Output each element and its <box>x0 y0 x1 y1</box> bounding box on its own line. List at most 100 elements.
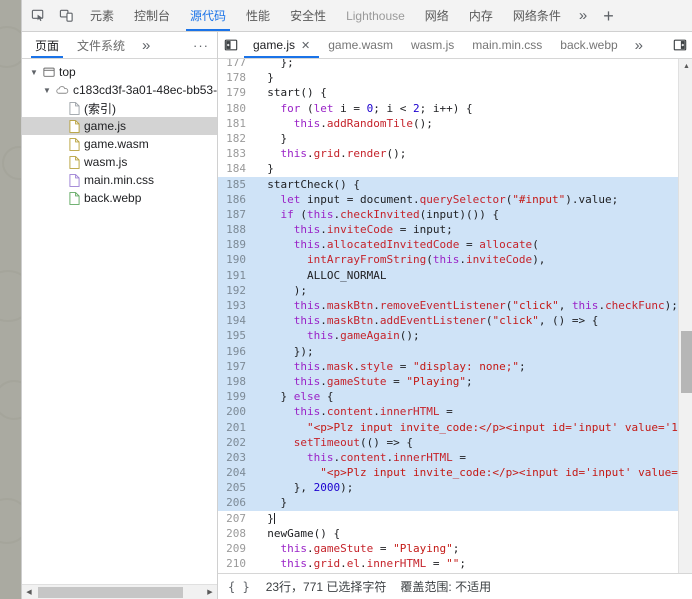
main-tab-1[interactable]: 控制台 <box>124 0 180 31</box>
line-number[interactable]: 205 <box>218 480 254 495</box>
code-line[interactable]: 178 } <box>218 70 678 85</box>
navigator-tab-1[interactable]: 文件系统 <box>68 32 134 58</box>
code-line-content[interactable]: } <box>254 131 678 146</box>
code-line[interactable]: 204 "<p>Plz input invite_code:</p><input… <box>218 465 678 481</box>
code-line-content[interactable]: startCheck() { <box>254 177 678 192</box>
scroll-up-icon[interactable]: ▲ <box>679 59 692 73</box>
file-tree-item[interactable]: ▼ c183cd3f-3a01-48ec-bb53-5573 <box>22 81 217 99</box>
code-line-content[interactable]: setTimeout(() => { <box>254 435 678 450</box>
code-line-content[interactable]: } <box>254 495 678 510</box>
scroll-right-icon[interactable]: ▶ <box>203 585 217 599</box>
line-number[interactable]: 202 <box>218 435 254 450</box>
line-number[interactable]: 190 <box>218 252 254 267</box>
code-line[interactable]: 206 } <box>218 495 678 511</box>
code-line[interactable]: 203 this.content.innerHTML = <box>218 449 678 466</box>
code-line-content[interactable]: this.gameAgain(); <box>254 328 678 343</box>
code-line-content[interactable]: } <box>254 511 678 526</box>
file-tree-item[interactable]: (索引) <box>22 99 217 117</box>
line-number[interactable]: 195 <box>218 328 254 343</box>
editor-tab-3[interactable]: main.min.css <box>463 32 551 58</box>
main-tab-8[interactable]: 网络条件 <box>503 0 571 31</box>
code-line-content[interactable]: this.inviteCode = input; <box>254 222 678 237</box>
main-tab-7[interactable]: 内存 <box>459 0 503 31</box>
code-line[interactable]: 186 let input = document.querySelector("… <box>218 191 678 207</box>
code-line-content[interactable]: newGame() { <box>254 526 678 541</box>
code-line-content[interactable]: ); <box>254 283 678 298</box>
code-line-content[interactable]: intArrayFromString(this.inviteCode), <box>254 252 678 267</box>
file-tree-item[interactable]: ▼ top <box>22 63 217 81</box>
code-line-content[interactable]: this.gameStute = "Playing"; <box>254 541 678 556</box>
vertical-scroll-thumb[interactable] <box>681 331 692 393</box>
code-line[interactable]: 210 this.grid.el.innerHTML = ""; <box>218 556 678 571</box>
code-line-content[interactable]: this.allocatedInvitedCode = allocate( <box>254 237 678 252</box>
code-line-content[interactable]: if (this.checkInvited(input)()) { <box>254 207 678 222</box>
code-line-content[interactable]: this.mask.style = "display: none;"; <box>254 359 678 374</box>
code-line[interactable]: 208 newGame() { <box>218 526 678 541</box>
code-line-content[interactable]: }); <box>254 344 678 359</box>
tree-expand-arrow-icon[interactable]: ▼ <box>41 86 53 95</box>
code-viewport[interactable]: 177 }; 178 } 179 start() {180 for (let i =… <box>218 59 678 584</box>
add-panel-button[interactable]: + <box>595 7 622 25</box>
line-number[interactable]: 206 <box>218 495 254 510</box>
code-line[interactable]: 198 this.gameStute = "Playing"; <box>218 373 678 390</box>
code-line-content[interactable]: ALLOC_NORMAL <box>254 268 678 283</box>
code-line-content[interactable]: this.maskBtn.removeEventListener("click"… <box>254 298 678 313</box>
line-number[interactable]: 207 <box>218 511 254 526</box>
show-navigator-icon[interactable] <box>218 32 244 58</box>
line-number[interactable]: 184 <box>218 161 254 176</box>
file-tree-item[interactable]: game.wasm <box>22 135 217 153</box>
code-line-content[interactable]: "<p>Plz input invite_code:</p><input id=… <box>254 420 678 435</box>
line-number[interactable]: 210 <box>218 556 254 571</box>
editor-tab-0[interactable]: game.js ✕ <box>244 32 320 58</box>
navigator-tab-0[interactable]: 页面 <box>26 32 68 58</box>
show-debugger-icon[interactable] <box>667 32 692 58</box>
pretty-print-button[interactable]: { } <box>226 580 252 594</box>
code-line[interactable]: 196 }); <box>218 343 678 359</box>
code-line[interactable]: 199 } else { <box>218 389 678 405</box>
code-line[interactable]: 185 startCheck() { <box>218 176 678 192</box>
line-number[interactable]: 187 <box>218 207 254 222</box>
line-number[interactable]: 178 <box>218 70 254 85</box>
navigator-more-tabs-icon[interactable]: » <box>134 38 158 53</box>
line-number[interactable]: 197 <box>218 359 254 374</box>
code-line-content[interactable]: }; <box>254 59 678 70</box>
line-number[interactable]: 194 <box>218 313 254 328</box>
line-number[interactable]: 177 <box>218 59 254 70</box>
code-line[interactable]: 182 } <box>218 131 678 146</box>
file-tree-item[interactable]: game.js <box>22 117 217 135</box>
line-number[interactable]: 185 <box>218 177 254 192</box>
code-line[interactable]: 209 this.gameStute = "Playing"; <box>218 541 678 556</box>
line-number[interactable]: 183 <box>218 146 254 161</box>
editor-tab-2[interactable]: wasm.js <box>402 32 463 58</box>
line-number[interactable]: 208 <box>218 526 254 541</box>
file-tree-item[interactable]: wasm.js <box>22 153 217 171</box>
main-tab-4[interactable]: 安全性 <box>280 0 336 31</box>
code-line-content[interactable]: this.addRandomTile(); <box>254 116 678 131</box>
inspect-element-icon[interactable] <box>24 2 52 30</box>
code-line-content[interactable]: } <box>254 70 678 85</box>
line-number[interactable]: 201 <box>218 420 254 435</box>
line-number[interactable]: 192 <box>218 283 254 298</box>
code-line[interactable]: 190 intArrayFromString(this.inviteCode), <box>218 252 678 268</box>
code-line[interactable]: 183 this.grid.render(); <box>218 146 678 161</box>
code-line[interactable]: 200 this.content.innerHTML = <box>218 404 678 420</box>
main-tab-5[interactable]: Lighthouse <box>336 0 415 31</box>
file-tree-item[interactable]: back.webp <box>22 189 217 207</box>
code-line[interactable]: 201 "<p>Plz input invite_code:</p><input… <box>218 419 678 435</box>
code-line-content[interactable]: } else { <box>254 389 678 404</box>
line-number[interactable]: 199 <box>218 389 254 404</box>
code-line-content[interactable]: this.maskBtn.addEventListener("click", (… <box>254 313 678 328</box>
code-line[interactable]: 195 this.gameAgain(); <box>218 328 678 344</box>
main-tab-0[interactable]: 元素 <box>80 0 124 31</box>
editor-tab-4[interactable]: back.webp <box>551 32 626 58</box>
main-tab-6[interactable]: 网络 <box>415 0 459 31</box>
line-number[interactable]: 181 <box>218 116 254 131</box>
code-vertical-scrollbar[interactable]: ▲ ▼ <box>678 59 692 584</box>
tree-expand-arrow-icon[interactable]: ▼ <box>28 68 40 77</box>
code-line[interactable]: 188 this.inviteCode = input; <box>218 222 678 238</box>
main-tab-3[interactable]: 性能 <box>236 0 280 31</box>
scroll-left-icon[interactable]: ◀ <box>22 585 36 599</box>
line-number[interactable]: 209 <box>218 541 254 556</box>
navigator-scroll-thumb[interactable] <box>38 587 183 598</box>
code-line-content[interactable]: }, 2000); <box>254 480 678 495</box>
